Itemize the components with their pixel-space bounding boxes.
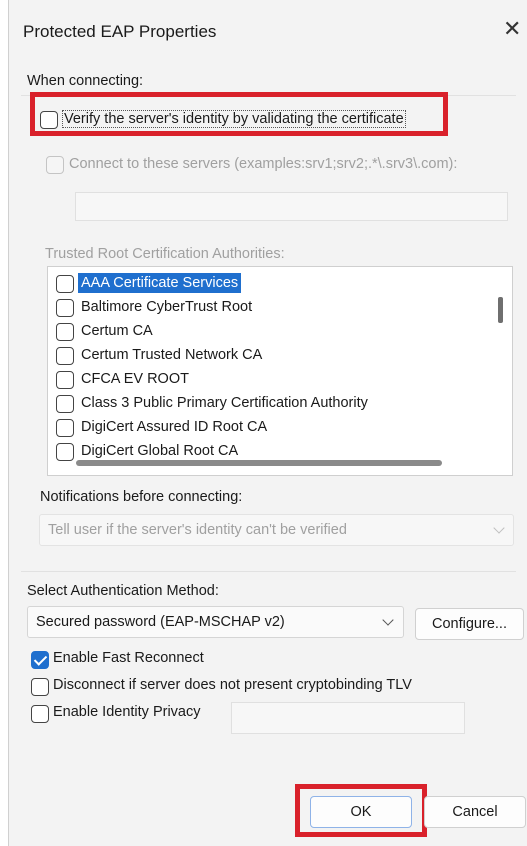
list-item-checkbox[interactable] <box>56 275 74 293</box>
list-item-label: Certum CA <box>81 323 153 339</box>
list-item-checkbox[interactable] <box>56 347 74 365</box>
close-icon[interactable]: ✕ <box>503 18 521 40</box>
peap-properties-dialog: Protected EAP Properties ✕ When connecti… <box>8 0 527 846</box>
list-item-label: Baltimore CyberTrust Root <box>81 299 253 315</box>
trusted-root-label: Trusted Root Certification Authorities: <box>45 246 285 262</box>
when-connecting-heading: When connecting: <box>27 73 144 89</box>
list-item-label: DigiCert Global Root CA <box>81 443 239 459</box>
section-divider <box>21 571 516 572</box>
list-item[interactable]: AAA Certificate Services <box>48 272 478 296</box>
cancel-button[interactable]: Cancel <box>424 796 526 828</box>
connect-servers-label: Connect to these servers (examples:srv1;… <box>69 156 458 172</box>
auth-method-select[interactable]: Secured password (EAP-MSCHAP v2) <box>27 606 404 638</box>
vertical-scrollbar-thumb[interactable] <box>498 297 503 323</box>
list-item[interactable]: Certum Trusted Network CA <box>48 344 478 368</box>
list-item-checkbox[interactable] <box>56 395 74 413</box>
verify-server-label[interactable]: Verify the server's identity by validati… <box>62 110 406 128</box>
list-item[interactable]: DigiCert Assured ID Root CA <box>48 416 478 440</box>
trusted-root-list[interactable]: AAA Certificate Services Baltimore Cyber… <box>47 266 513 476</box>
list-item-checkbox[interactable] <box>56 371 74 389</box>
identity-privacy-checkbox[interactable] <box>31 705 49 723</box>
notifications-select[interactable]: Tell user if the server's identity can't… <box>39 514 514 546</box>
chevron-down-icon <box>382 614 394 626</box>
fast-reconnect-label: Enable Fast Reconnect <box>53 650 204 666</box>
auth-method-label: Select Authentication Method: <box>27 583 219 599</box>
ok-button[interactable]: OK <box>310 796 412 828</box>
cryptobinding-checkbox[interactable] <box>31 678 49 696</box>
identity-input[interactable] <box>231 702 465 734</box>
auth-method-value: Secured password (EAP-MSCHAP v2) <box>36 614 285 630</box>
list-item[interactable]: Class 3 Public Primary Certification Aut… <box>48 392 478 416</box>
notifications-label: Notifications before connecting: <box>40 489 243 505</box>
list-item-label: DigiCert Assured ID Root CA <box>81 419 268 435</box>
list-item-checkbox[interactable] <box>56 323 74 341</box>
fast-reconnect-checkbox[interactable] <box>31 651 49 669</box>
list-item[interactable]: Baltimore CyberTrust Root <box>48 296 478 320</box>
cryptobinding-label: Disconnect if server does not present cr… <box>53 677 412 693</box>
dialog-title: Protected EAP Properties <box>23 22 217 41</box>
list-item[interactable]: CFCA EV ROOT <box>48 368 478 392</box>
list-item-label: Class 3 Public Primary Certification Aut… <box>81 395 368 411</box>
list-item-label: AAA Certificate Services <box>78 273 242 293</box>
verify-server-checkbox[interactable] <box>40 111 58 129</box>
configure-button[interactable]: Configure... <box>415 608 524 640</box>
identity-privacy-label: Enable Identity Privacy <box>53 704 201 720</box>
chevron-down-icon <box>493 522 505 534</box>
list-item-checkbox[interactable] <box>56 419 74 437</box>
connect-servers-checkbox[interactable] <box>46 156 64 174</box>
notifications-select-value: Tell user if the server's identity can't… <box>48 522 347 538</box>
list-item[interactable]: Certum CA <box>48 320 478 344</box>
list-item-checkbox[interactable] <box>56 299 74 317</box>
servers-input[interactable] <box>75 192 508 221</box>
list-item-checkbox[interactable] <box>56 443 74 461</box>
horizontal-scrollbar-thumb[interactable] <box>76 460 442 466</box>
list-item-label: CFCA EV ROOT <box>81 371 189 387</box>
list-item-label: Certum Trusted Network CA <box>81 347 263 363</box>
title-bar: Protected EAP Properties ✕ <box>9 0 527 60</box>
